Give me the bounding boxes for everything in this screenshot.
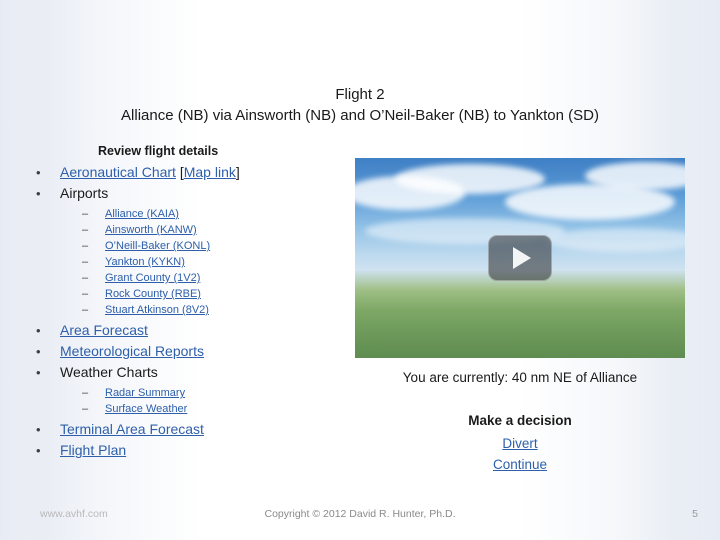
play-button[interactable] <box>488 235 552 281</box>
airports-sublist: – Alliance (KAIA) – Ainsworth (KANW) – O… <box>60 206 358 318</box>
outline-item-weather-charts: • Weather Charts – Radar Summary – Surfa… <box>18 362 358 417</box>
sub-bullet-glyph: – <box>82 288 89 300</box>
sub-bullet-glyph: – <box>82 272 89 284</box>
bullet-glyph: • <box>36 422 41 437</box>
video-player[interactable] <box>355 158 685 358</box>
current-position-status: You are currently: 40 nm NE of Alliance <box>402 370 638 385</box>
list-item: – Alliance (KAIA) <box>60 206 358 222</box>
link-surface-weather[interactable]: Surface Weather <box>105 403 187 415</box>
sub-bullet-glyph: – <box>82 208 89 220</box>
outline-item-aeronautical-chart: • Aeronautical Chart [Map link] <box>18 162 358 183</box>
title-line-1: Flight 2 <box>335 86 385 103</box>
link-aeronautical-chart[interactable]: Aeronautical Chart <box>60 164 176 180</box>
bullet-glyph: • <box>36 186 41 201</box>
slide-canvas: Flight 2 Alliance (NB) via Ainsworth (NB… <box>0 0 720 540</box>
sub-bullet-glyph: – <box>82 403 89 415</box>
link-airport-grant-county[interactable]: Grant County (1V2) <box>105 272 200 284</box>
outline-item-terminal-area-forecast: • Terminal Area Forecast <box>18 419 358 440</box>
sub-bullet-glyph: – <box>82 224 89 236</box>
decision-option-divert-row: Divert <box>355 436 685 451</box>
link-airport-alliance[interactable]: Alliance (KAIA) <box>105 208 179 220</box>
sub-bullet-glyph: – <box>82 240 89 252</box>
sub-bullet-glyph: – <box>82 387 89 399</box>
outline-item-area-forecast: • Area Forecast <box>18 320 358 341</box>
list-item: – Rock County (RBE) <box>60 286 358 302</box>
make-a-decision-heading: Make a decision <box>468 413 572 428</box>
weather-charts-sublist: – Radar Summary – Surface Weather <box>60 385 358 417</box>
footer-page-number: 5 <box>692 508 698 520</box>
link-airport-yankton[interactable]: Yankton (KYKN) <box>105 256 185 268</box>
link-radar-summary[interactable]: Radar Summary <box>105 387 185 399</box>
list-item: – Yankton (KYKN) <box>60 254 358 270</box>
content-outline: Review flight details • Aeronautical Cha… <box>18 144 358 461</box>
link-meteorological-reports[interactable]: Meteorological Reports <box>60 343 204 359</box>
outline-level-1-list: • Aeronautical Chart [Map link] • Airpor… <box>18 162 358 461</box>
link-map-link[interactable]: Map link <box>184 164 236 180</box>
bullet-glyph: • <box>36 165 41 180</box>
link-airport-oneill-baker[interactable]: O’Neill-Baker (KONL) <box>105 240 210 252</box>
footer-copyright: Copyright © 2012 David R. Hunter, Ph.D. <box>264 508 456 520</box>
map-link-close-bracket: ] <box>235 164 240 180</box>
link-flight-plan[interactable]: Flight Plan <box>60 442 126 458</box>
outline-item-meteorological-reports: • Meteorological Reports <box>18 341 358 362</box>
label-airports: Airports <box>60 185 109 201</box>
bullet-glyph: • <box>36 344 41 359</box>
link-terminal-area-forecast[interactable]: Terminal Area Forecast <box>60 421 204 437</box>
list-item: – Ainsworth (KANW) <box>60 222 358 238</box>
sub-bullet-glyph: – <box>82 304 89 316</box>
outline-item-flight-plan: • Flight Plan <box>18 440 358 461</box>
link-airport-rock-county[interactable]: Rock County (RBE) <box>105 288 201 300</box>
link-airport-ainsworth[interactable]: Ainsworth (KANW) <box>105 224 197 236</box>
list-item: – Stuart Atkinson (8V2) <box>60 302 358 318</box>
slide-title: Flight 2 Alliance (NB) via Ainsworth (NB… <box>0 84 720 127</box>
list-item: – Surface Weather <box>60 401 358 417</box>
bullet-glyph: • <box>36 323 41 338</box>
decision-option-continue-row: Continue <box>355 457 685 472</box>
play-icon <box>513 247 531 269</box>
label-weather-charts: Weather Charts <box>60 364 158 380</box>
list-item: – Radar Summary <box>60 385 358 401</box>
sub-bullet-glyph: – <box>82 256 89 268</box>
cloud-shape <box>395 164 545 194</box>
link-airport-stuart-atkinson[interactable]: Stuart Atkinson (8V2) <box>105 304 209 316</box>
bullet-glyph: • <box>36 443 41 458</box>
bullet-glyph: • <box>36 365 41 380</box>
list-item: – O’Neill-Baker (KONL) <box>60 238 358 254</box>
link-divert[interactable]: Divert <box>502 436 537 451</box>
link-area-forecast[interactable]: Area Forecast <box>60 322 148 338</box>
review-flight-details-heading: Review flight details <box>98 144 219 158</box>
outline-item-airports: • Airports – Alliance (KAIA) – Ainsworth… <box>18 183 358 318</box>
cloud-shape <box>545 228 685 252</box>
list-item: – Grant County (1V2) <box>60 270 358 286</box>
title-line-2: Alliance (NB) via Ainsworth (NB) and O’N… <box>121 107 599 124</box>
link-continue[interactable]: Continue <box>493 457 547 472</box>
